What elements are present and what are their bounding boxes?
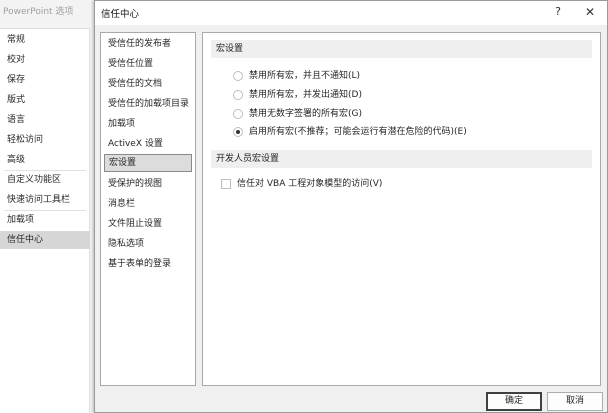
nav-item-message-bar[interactable]: 消息栏 [104,195,192,213]
radio-label: 禁用无数字签署的所有宏(G) [249,109,362,119]
dialog-title: 信任中心 [101,9,140,20]
nav-item-protected-view[interactable]: 受保护的视图 [104,175,192,193]
radio-button[interactable] [233,109,243,119]
nav-item-trusted-documents[interactable]: 受信任的文档 [104,75,192,93]
nav-item-privacy-options[interactable]: 隐私选项 [104,235,192,253]
nav-item-activex-settings[interactable]: ActiveX 设置 [104,135,192,153]
ok-button[interactable]: 确定 [486,392,542,411]
dialog-titlebar: 信任中心 ? ✕ [95,1,607,25]
nav-item-trusted-publishers[interactable]: 受信任的发布者 [104,35,192,53]
options-nav-item-general[interactable]: 常规 [7,31,25,49]
nav-item-form-based-signin[interactable]: 基于表单的登录 [104,255,192,273]
radio-button-selected[interactable] [233,127,243,137]
options-nav-item-advanced[interactable]: 高级 [7,151,25,169]
options-nav-item-language[interactable]: 语言 [7,111,25,129]
trust-center-dialog: 信任中心 ? ✕ 受信任的发布者 受信任位置 受信任的文档 受信任的加载项目录 … [94,0,608,413]
checkbox-label: 信任对 VBA 工程对象模型的访问(V) [237,179,383,189]
powerpoint-options-window: PowerPoint 选项 常规 校对 保存 版式 语言 轻松访问 高级 自定义… [0,0,96,413]
options-nav-item-customize-ribbon[interactable]: 自定义功能区 [7,171,61,189]
cancel-button[interactable]: 取消 [547,392,603,411]
checkbox[interactable] [221,179,231,189]
developer-macro-settings-header: 开发人员宏设置 [211,150,592,168]
radio-label: 禁用所有宏，并且不通知(L) [249,71,361,81]
nav-item-addins[interactable]: 加载项 [104,115,192,133]
options-nav-item-accessibility[interactable]: 轻松访问 [7,131,43,149]
options-nav-item-quick-access-toolbar[interactable]: 快速访问工具栏 [7,191,70,209]
radio-button[interactable] [233,71,243,81]
options-nav-item-addins[interactable]: 加载项 [7,211,34,229]
macro-settings-header: 宏设置 [211,40,592,58]
radio-button[interactable] [233,90,243,100]
options-window-title: PowerPoint 选项 [3,7,74,17]
trust-center-nav: 受信任的发布者 受信任位置 受信任的文档 受信任的加载项目录 加载项 Activ… [100,32,196,386]
options-nav-item-save[interactable]: 保存 [7,71,25,89]
nav-item-file-block-settings[interactable]: 文件阻止设置 [104,215,192,233]
options-nav-item-proofing[interactable]: 校对 [7,51,25,69]
radio-label: 启用所有宏(不推荐；可能会运行有潜在危险的代码)(E) [249,127,467,137]
options-nav: 常规 校对 保存 版式 语言 轻松访问 高级 自定义功能区 快速访问工具栏 加载… [0,28,90,413]
options-nav-item-trust-center[interactable]: 信任中心 [0,231,90,249]
nav-item-trusted-locations[interactable]: 受信任位置 [104,55,192,73]
radio-label: 禁用所有宏，并发出通知(D) [249,90,362,100]
help-icon[interactable]: ? [550,4,566,20]
nav-item-trusted-addin-catalogs[interactable]: 受信任的加载项目录 [104,95,192,113]
options-nav-item-layout[interactable]: 版式 [7,91,25,109]
close-icon[interactable]: ✕ [582,4,598,20]
macro-settings-panel: 宏设置 禁用所有宏，并且不通知(L) 禁用所有宏，并发出通知(D) 禁用无数字签… [202,32,601,386]
nav-item-macro-settings[interactable]: 宏设置 [104,154,192,172]
